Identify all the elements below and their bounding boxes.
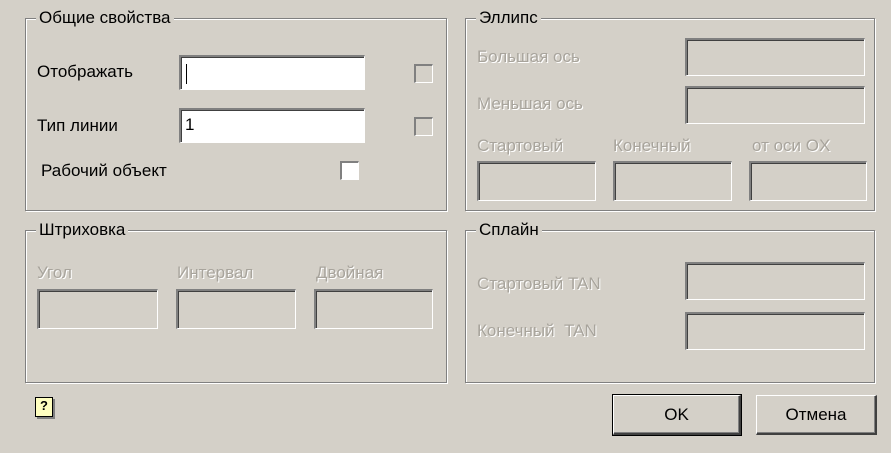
- hatch-interval-label: Интервал: [177, 263, 254, 282]
- end-tan-input[interactable]: [685, 312, 865, 350]
- end-angle-label: Конечный: [613, 136, 691, 155]
- end-angle-input[interactable]: [613, 161, 732, 201]
- major-axis-label: Большая ось: [477, 47, 580, 66]
- ox-axis-label: от оси OX: [752, 136, 831, 155]
- linetype-input[interactable]: 1: [179, 108, 365, 143]
- spline-legend: Сплайн: [476, 220, 542, 240]
- display-label: Отображать: [37, 62, 134, 81]
- hatch-legend: Штриховка: [36, 220, 129, 240]
- text-caret: [186, 64, 187, 84]
- ellipse-legend: Эллипс: [476, 8, 541, 28]
- display-checkbox[interactable]: [414, 64, 433, 83]
- start-angle-input[interactable]: [477, 161, 596, 201]
- start-tan-input[interactable]: [685, 262, 865, 300]
- work-object-checkbox[interactable]: [340, 161, 359, 180]
- linetype-checkbox[interactable]: [414, 117, 433, 136]
- hatch-interval-input[interactable]: [176, 289, 296, 329]
- minor-axis-input[interactable]: [685, 86, 865, 124]
- cancel-button[interactable]: Отмена: [756, 395, 877, 435]
- end-tan-label: Конечный TAN: [477, 321, 597, 340]
- start-tan-label: Стартовый TAN: [477, 274, 601, 293]
- ox-axis-input[interactable]: [749, 161, 867, 201]
- linetype-value: 1: [185, 115, 195, 134]
- major-axis-input[interactable]: [685, 38, 865, 76]
- ok-button[interactable]: OK: [612, 394, 742, 436]
- start-angle-label: Стартовый: [477, 136, 564, 155]
- display-input[interactable]: [179, 55, 365, 90]
- hatch-angle-input[interactable]: [37, 289, 158, 329]
- hatch-double-label: Двойная: [316, 263, 384, 282]
- general-properties-legend: Общие свойства: [36, 8, 174, 28]
- linetype-label: Тип линии: [37, 116, 118, 135]
- minor-axis-label: Меньшая ось: [477, 94, 583, 113]
- hatch-angle-label: Угол: [37, 263, 72, 282]
- hatch-double-input[interactable]: [314, 289, 433, 329]
- work-object-label: Рабочий объект: [41, 161, 167, 180]
- spline-group: Сплайн: [465, 220, 875, 383]
- help-icon[interactable]: ?: [35, 397, 53, 417]
